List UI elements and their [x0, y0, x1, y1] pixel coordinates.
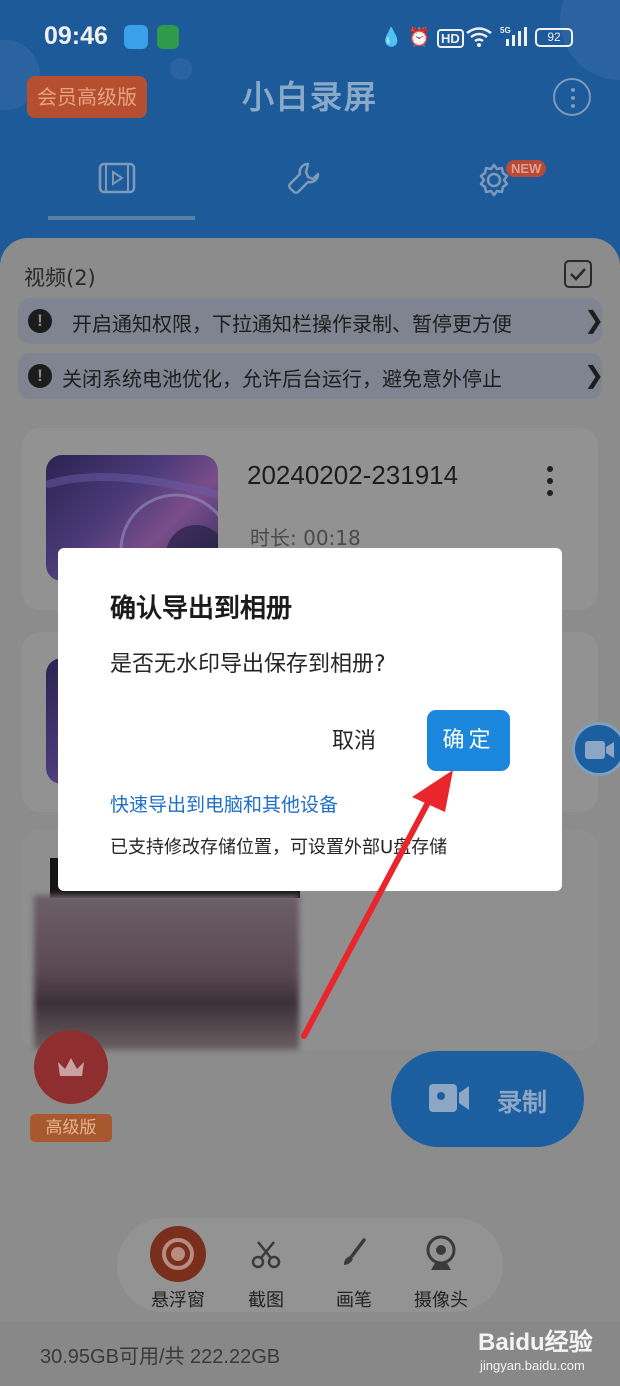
notice-text: 关闭系统电池优化，允许后台运行，避免意外停止 — [62, 367, 502, 391]
new-badge: NEW — [506, 160, 547, 177]
video-camera-icon — [585, 741, 614, 759]
toolbar-screenshot[interactable]: 截图 — [226, 1222, 306, 1312]
confirm-button[interactable]: 确定 — [427, 710, 510, 771]
export-to-computer-link[interactable]: 快速导出到电脑和其他设备 — [110, 790, 338, 817]
baidu-jingyan-watermark: Baidu经验 jingyan.baidu.com — [476, 1318, 606, 1378]
tab-tools[interactable] — [236, 150, 376, 220]
video-icon — [98, 162, 136, 194]
toolbar-label: 摄像头 — [414, 1290, 468, 1311]
select-all-checkbox-icon[interactable] — [564, 260, 592, 288]
video-name: 20240202-231914 — [247, 460, 459, 490]
record-button[interactable]: 录制 — [391, 1051, 584, 1147]
tab-settings[interactable] — [424, 150, 564, 220]
warning-icon: ! — [28, 364, 52, 388]
toolbar-label: 悬浮窗 — [151, 1290, 205, 1311]
toolbar-label: 截图 — [248, 1290, 284, 1311]
notification-permission-notice[interactable]: ! 开启通知权限，下拉通知栏操作录制、暂停更方便 ❯ — [18, 298, 605, 344]
video-duration: 时长: 00:18 — [250, 526, 361, 550]
ad-image[interactable] — [34, 895, 299, 1050]
shield-app-icon — [157, 25, 179, 49]
chevron-right-icon: ❯ — [584, 361, 605, 389]
storage-location-note: 已支持修改存储位置，可设置外部U盘存储 — [110, 837, 448, 858]
more-options-button[interactable] — [553, 78, 591, 116]
active-tab-indicator — [48, 216, 195, 220]
battery-icon: 92 — [535, 28, 573, 47]
hd-icon: HD — [437, 29, 464, 48]
svg-text:5G: 5G — [500, 26, 511, 35]
video-camera-icon — [429, 1084, 469, 1112]
chevron-right-icon: ❯ — [584, 306, 605, 334]
toolbar-webcam[interactable]: 摄像头 — [401, 1222, 481, 1312]
pro-button[interactable] — [34, 1030, 108, 1104]
5g-signal-icon: 5G — [500, 25, 528, 52]
svg-text:jingyan.baidu.com: jingyan.baidu.com — [479, 1358, 585, 1373]
dialog-title: 确认导出到相册 — [110, 594, 293, 624]
floating-window-icon — [150, 1226, 206, 1282]
toolbar-label: 画笔 — [336, 1290, 372, 1311]
scissors-icon — [251, 1241, 281, 1269]
toolbar-brush[interactable]: 画笔 — [314, 1222, 394, 1312]
record-label: 录制 — [497, 1088, 548, 1117]
status-bar: 09:46 💧 ⏰ HD 5G 92 — [0, 0, 620, 74]
droplet-icon: 💧 — [380, 27, 403, 48]
wifi-icon — [466, 27, 492, 52]
app-icon — [124, 25, 148, 49]
brush-icon — [344, 1238, 366, 1265]
webcam-icon — [426, 1235, 456, 1270]
alarm-icon: ⏰ — [408, 27, 431, 48]
pro-label[interactable]: 高级版 — [30, 1114, 112, 1142]
crown-icon — [58, 1058, 84, 1076]
tab-videos[interactable] — [48, 150, 188, 220]
dialog-message: 是否无水印导出保存到相册? — [110, 652, 386, 677]
battery-optimization-notice[interactable]: ! 关闭系统电池优化，允许后台运行，避免意外停止 ❯ — [18, 353, 605, 399]
clock: 09:46 — [44, 22, 108, 50]
storage-info: 30.95GB可用/共 222.22GB — [40, 1346, 281, 1368]
app-title: 小白录屏 — [241, 78, 378, 116]
warning-icon: ! — [28, 309, 52, 333]
section-title: 视频(2) — [24, 266, 96, 290]
notice-text: 开启通知权限，下拉通知栏操作录制、暂停更方便 — [72, 312, 512, 336]
floating-record-button[interactable] — [572, 722, 620, 776]
svg-text:Baidu经验: Baidu经验 — [478, 1328, 593, 1356]
wrench-icon — [288, 162, 320, 194]
cancel-button[interactable]: 取消 — [318, 712, 390, 772]
toolbar-floating-window[interactable]: 悬浮窗 — [138, 1222, 218, 1312]
